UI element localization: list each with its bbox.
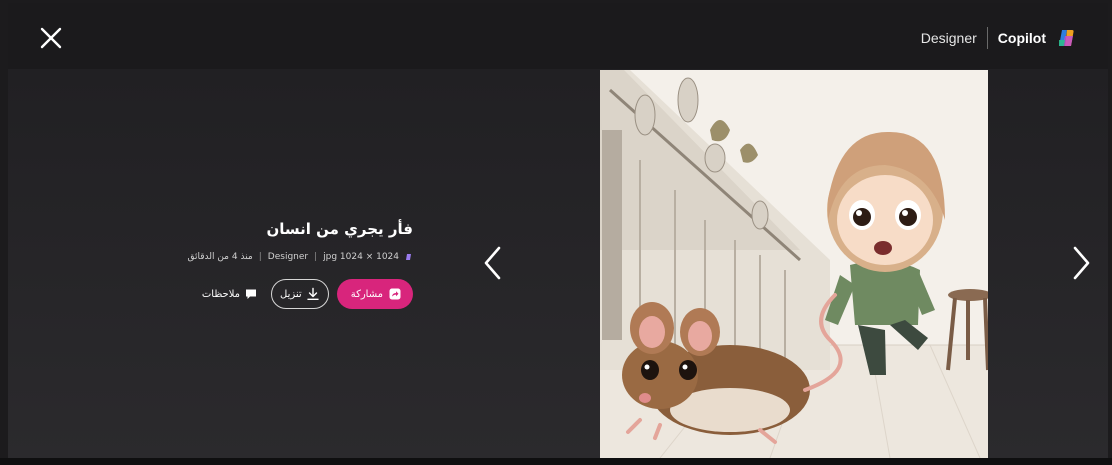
next-image-button[interactable] (1068, 243, 1094, 283)
image-meta: jpg 1024 × 1024 | Designer | منذ 4 من ال… (187, 252, 413, 262)
image-info-panel: فأر يجري من انسان jpg 1024 × 1024 | Desi… (8, 3, 428, 458)
image-viewer: Designer Copilot فأر يجري من انسان jpg 1… (8, 3, 1108, 458)
image-time: منذ 4 من الدقائق (187, 252, 253, 262)
download-icon (307, 287, 319, 301)
download-button[interactable]: تنزيل (271, 279, 329, 309)
download-label: تنزيل (280, 288, 302, 300)
meta-separator: | (314, 252, 318, 262)
generated-image[interactable] (600, 70, 988, 458)
notes-button[interactable]: ملاحظات (196, 280, 263, 308)
designer-label: Designer (920, 30, 977, 46)
designer-dot-icon (406, 254, 411, 260)
chevron-right-icon (1073, 246, 1090, 280)
chevron-left-icon (484, 246, 501, 280)
copilot-label: Copilot (997, 30, 1046, 46)
mouse-and-girl-illustration (600, 70, 988, 458)
share-icon (389, 288, 401, 300)
image-actions: مشاركة تنزيل ملاحظات (196, 279, 413, 309)
bottom-strip (0, 458, 1112, 465)
brand-divider (986, 27, 988, 49)
notes-label: ملاحظات (201, 288, 241, 300)
share-label: مشاركة (350, 288, 383, 300)
previous-image-button[interactable] (480, 243, 506, 283)
image-source: Designer (267, 252, 309, 262)
share-button[interactable]: مشاركة (336, 279, 413, 309)
meta-separator: | (258, 252, 262, 262)
image-format: jpg 1024 × 1024 (323, 252, 399, 262)
image-title: فأر يجري من انسان (266, 220, 413, 238)
copilot-logo-icon (1059, 30, 1074, 46)
brand: Designer Copilot (921, 27, 1076, 49)
comment-icon (246, 289, 257, 299)
